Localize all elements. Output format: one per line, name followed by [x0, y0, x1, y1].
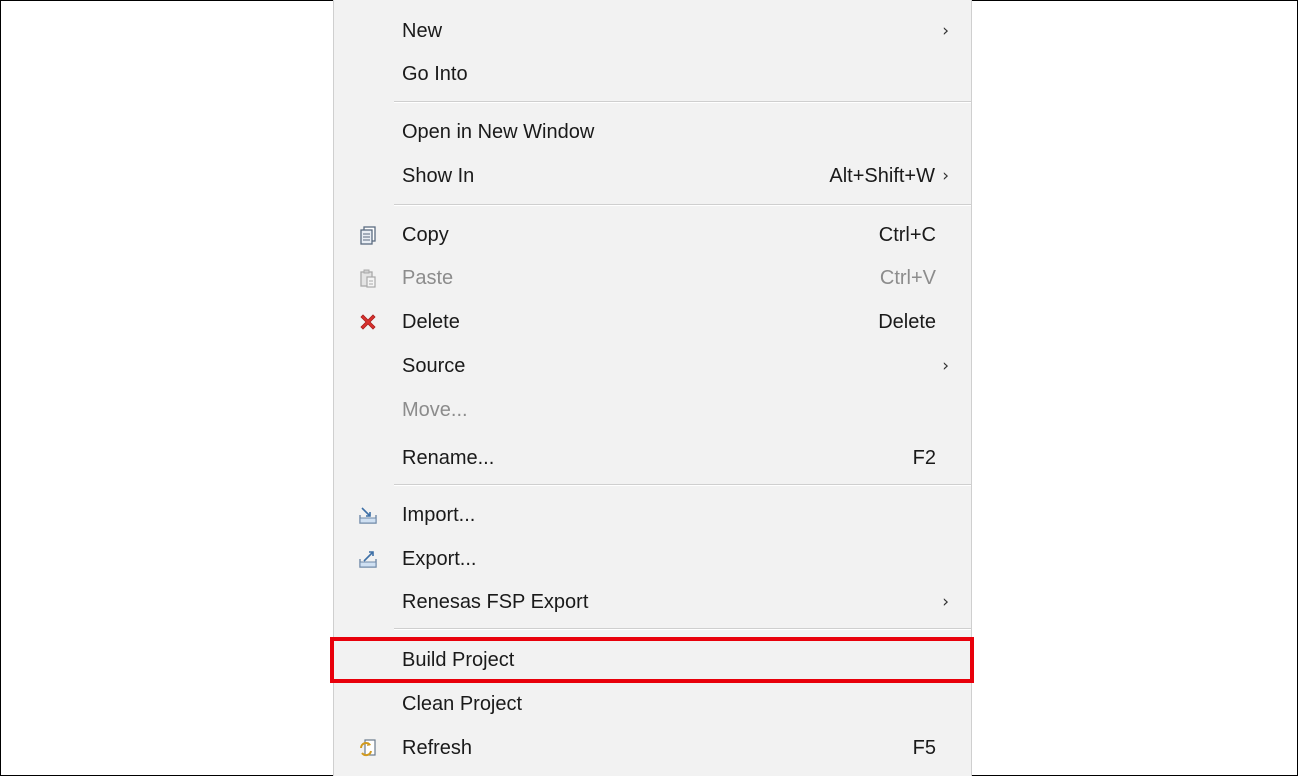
submenu-arrow-icon: › — [942, 21, 949, 41]
paste-icon — [358, 268, 378, 288]
import-icon — [358, 505, 378, 525]
menu-item-new[interactable]: New › — [334, 10, 971, 52]
menu-item-clean-project[interactable]: Clean Project — [334, 683, 971, 725]
menu-item-label: Copy — [402, 223, 449, 246]
submenu-arrow-icon: › — [942, 592, 949, 612]
menu-item-shortcut: Alt+Shift+W — [829, 164, 935, 187]
menu-item-copy[interactable]: Copy Ctrl+C — [334, 214, 971, 256]
menu-item-label: Rename... — [402, 446, 495, 469]
menu-item-label: New — [402, 19, 443, 42]
menu-separator — [394, 101, 971, 103]
build-project-highlight-box — [330, 637, 974, 683]
menu-item-paste[interactable]: Paste Ctrl+V — [334, 257, 971, 299]
refresh-icon — [358, 738, 378, 758]
menu-item-shortcut: Delete — [878, 310, 936, 333]
copy-icon — [358, 225, 378, 245]
menu-item-label: Clean Project — [402, 692, 523, 715]
menu-item-label: Go Into — [402, 62, 468, 85]
menu-item-show-in[interactable]: Show In Alt+Shift+W › — [334, 155, 971, 197]
menu-item-shortcut: Ctrl+V — [879, 266, 936, 289]
menu-item-source[interactable]: Source › — [334, 345, 971, 387]
menu-item-rename[interactable]: Rename... F2 — [334, 437, 971, 479]
menu-item-refresh[interactable]: Refresh F5 — [334, 727, 971, 769]
menu-item-move[interactable]: Move... — [334, 389, 971, 431]
menu-item-export[interactable]: Export... — [334, 538, 971, 580]
menu-item-label: Source — [402, 354, 466, 377]
menu-item-open-in-new-window[interactable]: Open in New Window — [334, 111, 971, 153]
menu-item-delete[interactable]: Delete Delete — [334, 301, 971, 343]
menu-item-shortcut: F5 — [912, 736, 936, 759]
menu-item-import[interactable]: Import... — [334, 494, 971, 536]
menu-item-label: Show In — [402, 164, 475, 187]
menu-item-label: Refresh — [402, 736, 473, 759]
menu-separator — [394, 484, 971, 486]
menu-item-label: Delete — [402, 310, 460, 333]
menu-item-renesas-fsp-export[interactable]: Renesas FSP Export › — [334, 581, 971, 623]
menu-item-label: Export... — [402, 547, 477, 570]
delete-icon — [358, 312, 378, 332]
export-icon — [358, 549, 378, 569]
menu-item-label: Open in New Window — [402, 120, 595, 143]
menu-item-label: Renesas FSP Export — [402, 590, 589, 613]
menu-item-label: Paste — [402, 266, 454, 289]
menu-item-label: Move... — [402, 398, 468, 421]
menu-item-label: Import... — [402, 503, 476, 526]
menu-separator — [394, 204, 971, 206]
menu-item-shortcut: Ctrl+C — [878, 223, 936, 246]
menu-separator — [394, 628, 971, 630]
submenu-arrow-icon: › — [942, 356, 949, 376]
menu-item-shortcut: F2 — [912, 446, 936, 469]
menu-item-go-into[interactable]: Go Into — [334, 53, 971, 95]
submenu-arrow-icon: › — [942, 166, 949, 186]
